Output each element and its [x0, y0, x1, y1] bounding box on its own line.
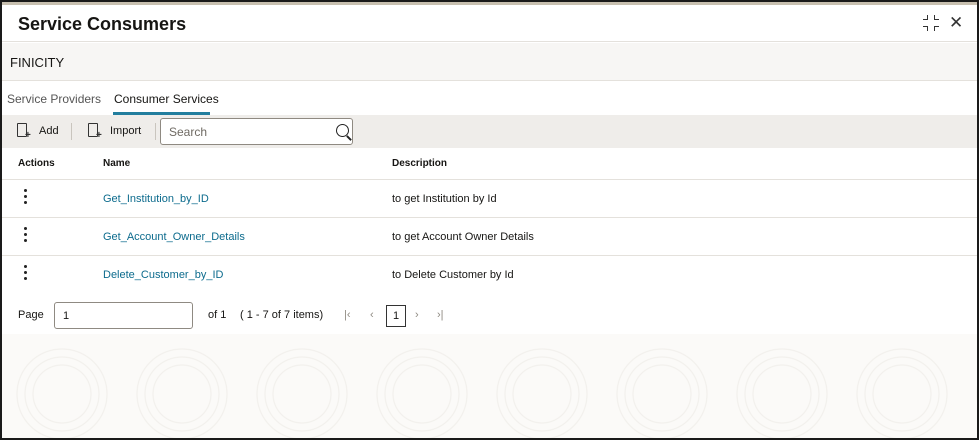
tab-service-providers[interactable]: Service Providers	[7, 92, 101, 106]
kebab-menu-icon[interactable]	[22, 227, 30, 245]
toolbar-divider	[71, 123, 72, 140]
search-input[interactable]	[169, 124, 329, 140]
consumer-name: FINICITY	[10, 55, 65, 70]
add-button[interactable]: + Add	[16, 120, 59, 142]
close-icon[interactable]: ✕	[949, 14, 963, 32]
table-row: Get_Institution_by_ID to get Institution…	[2, 180, 977, 218]
column-header-actions: Actions	[18, 158, 55, 169]
page-label: Page	[18, 309, 44, 321]
page-count-label: of 1	[208, 309, 227, 321]
current-page-button[interactable]: 1	[386, 305, 406, 327]
tab-consumer-services[interactable]: Consumer Services	[114, 92, 219, 106]
first-page-icon[interactable]: |‹	[344, 309, 351, 321]
import-document-icon: +	[87, 122, 102, 140]
search-icon[interactable]	[336, 124, 352, 141]
service-description: to get Account Owner Details	[392, 231, 534, 243]
pagination: Page of 1 ( 1 - 7 of 7 items) |‹ ‹ 1 › ›…	[2, 294, 977, 334]
tab-bar: Service Providers Consumer Services	[2, 81, 977, 115]
items-summary: ( 1 - 7 of 7 items)	[240, 309, 324, 321]
last-page-icon[interactable]: ›|	[437, 309, 444, 321]
service-name-link[interactable]: Get_Institution_by_ID	[103, 193, 209, 205]
table-header: Actions Name Description	[2, 148, 977, 180]
column-header-name[interactable]: Name	[103, 158, 130, 169]
column-header-description[interactable]: Description	[392, 158, 447, 169]
next-page-icon[interactable]: ›	[415, 309, 419, 321]
background-pattern	[2, 334, 977, 438]
add-button-label: Add	[39, 125, 59, 137]
table-row: Get_Account_Owner_Details to get Account…	[2, 218, 977, 256]
service-description: to get Institution by Id	[392, 193, 497, 205]
service-name-link[interactable]: Get_Account_Owner_Details	[103, 231, 245, 243]
table-row: Delete_Customer_by_ID to Delete Customer…	[2, 256, 977, 294]
expand-icon[interactable]	[922, 14, 940, 32]
import-button-label: Import	[110, 125, 142, 137]
service-name-link[interactable]: Delete_Customer_by_ID	[103, 269, 223, 281]
search-box	[160, 118, 353, 145]
subheader: FINICITY	[2, 43, 977, 81]
service-consumers-dialog: Service Consumers ✕ FINICITY Service Pro…	[0, 0, 979, 440]
dialog-header: Service Consumers ✕	[2, 5, 977, 42]
kebab-menu-icon[interactable]	[22, 265, 30, 283]
service-description: to Delete Customer by Id	[392, 269, 514, 281]
toolbar-divider	[155, 123, 156, 140]
kebab-menu-icon[interactable]	[22, 189, 30, 207]
import-button[interactable]: + Import	[87, 120, 141, 142]
toolbar: + Add + Import	[2, 115, 977, 148]
dialog-title: Service Consumers	[18, 14, 187, 34]
add-document-icon: +	[16, 122, 31, 140]
page-number-input[interactable]	[54, 302, 193, 329]
previous-page-icon[interactable]: ‹	[370, 309, 374, 321]
